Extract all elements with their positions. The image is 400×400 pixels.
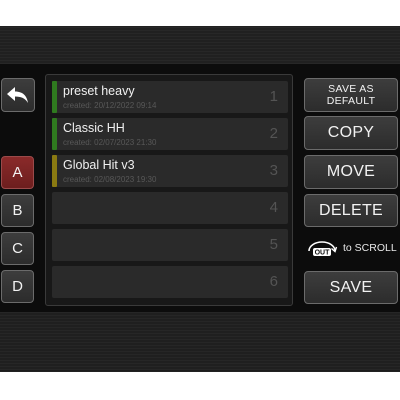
preset-slot-5[interactable]: 5 (52, 229, 288, 261)
copy-button[interactable]: COPY (304, 116, 398, 150)
move-label: MOVE (326, 163, 376, 180)
preset-number: 1 (269, 88, 278, 105)
preset-number: 4 (269, 199, 278, 216)
preset-list: preset heavy created: 20/12/2022 09:14 1… (45, 74, 293, 306)
preset-color-bar (52, 155, 57, 187)
preset-name: preset heavy (63, 84, 135, 98)
copy-label: COPY (327, 124, 375, 141)
preset-slot-4[interactable]: 4 (52, 192, 288, 224)
preset-slot-2[interactable]: Classic HH created: 02/07/2023 21:30 2 (52, 118, 288, 150)
back-button[interactable] (1, 78, 35, 112)
preset-color-bar (52, 118, 57, 150)
preset-color-bar (52, 81, 57, 113)
bank-d-button[interactable]: D (1, 270, 34, 303)
bank-label: C (12, 240, 23, 257)
preset-created: created: 20/12/2022 09:14 (63, 101, 157, 110)
device-bottom-edge (0, 312, 400, 370)
save-button[interactable]: SAVE (304, 271, 398, 304)
device-top-edge (0, 26, 400, 64)
bank-b-button[interactable]: B (1, 194, 34, 227)
scroll-hint: OUT to SCROLL (305, 238, 400, 258)
delete-label: DELETE (318, 201, 384, 219)
preset-number: 3 (269, 162, 278, 179)
preset-number: 2 (269, 125, 278, 142)
preset-slot-1[interactable]: preset heavy created: 20/12/2022 09:14 1 (52, 81, 288, 113)
knob-icon: OUT (308, 241, 338, 257)
preset-number: 5 (269, 236, 278, 253)
save-as-default-label-line2: DEFAULT (326, 95, 376, 107)
bank-c-button[interactable]: C (1, 232, 34, 265)
bank-label: D (12, 278, 23, 295)
preset-slot-3[interactable]: Global Hit v3 created: 02/08/2023 19:30 … (52, 155, 288, 187)
preset-created: created: 02/07/2023 21:30 (63, 138, 157, 147)
bank-a-button[interactable]: A (1, 156, 34, 189)
preset-name: Global Hit v3 (63, 158, 135, 172)
preset-slot-6[interactable]: 6 (52, 266, 288, 298)
knob-label: OUT (315, 250, 331, 257)
scroll-hint-text: to SCROLL (343, 242, 397, 254)
save-as-default-button[interactable]: SAVE AS DEFAULT (304, 78, 398, 112)
preset-created: created: 02/08/2023 19:30 (63, 175, 157, 184)
bank-label: A (12, 164, 23, 181)
preset-name: Classic HH (63, 121, 125, 135)
save-as-default-label-line1: SAVE AS (328, 83, 374, 95)
move-button[interactable]: MOVE (304, 155, 398, 189)
bank-label: B (12, 202, 23, 219)
back-arrow-icon (7, 87, 28, 103)
delete-button[interactable]: DELETE (304, 194, 398, 227)
preset-number: 6 (269, 273, 278, 290)
save-label: SAVE (329, 278, 373, 296)
